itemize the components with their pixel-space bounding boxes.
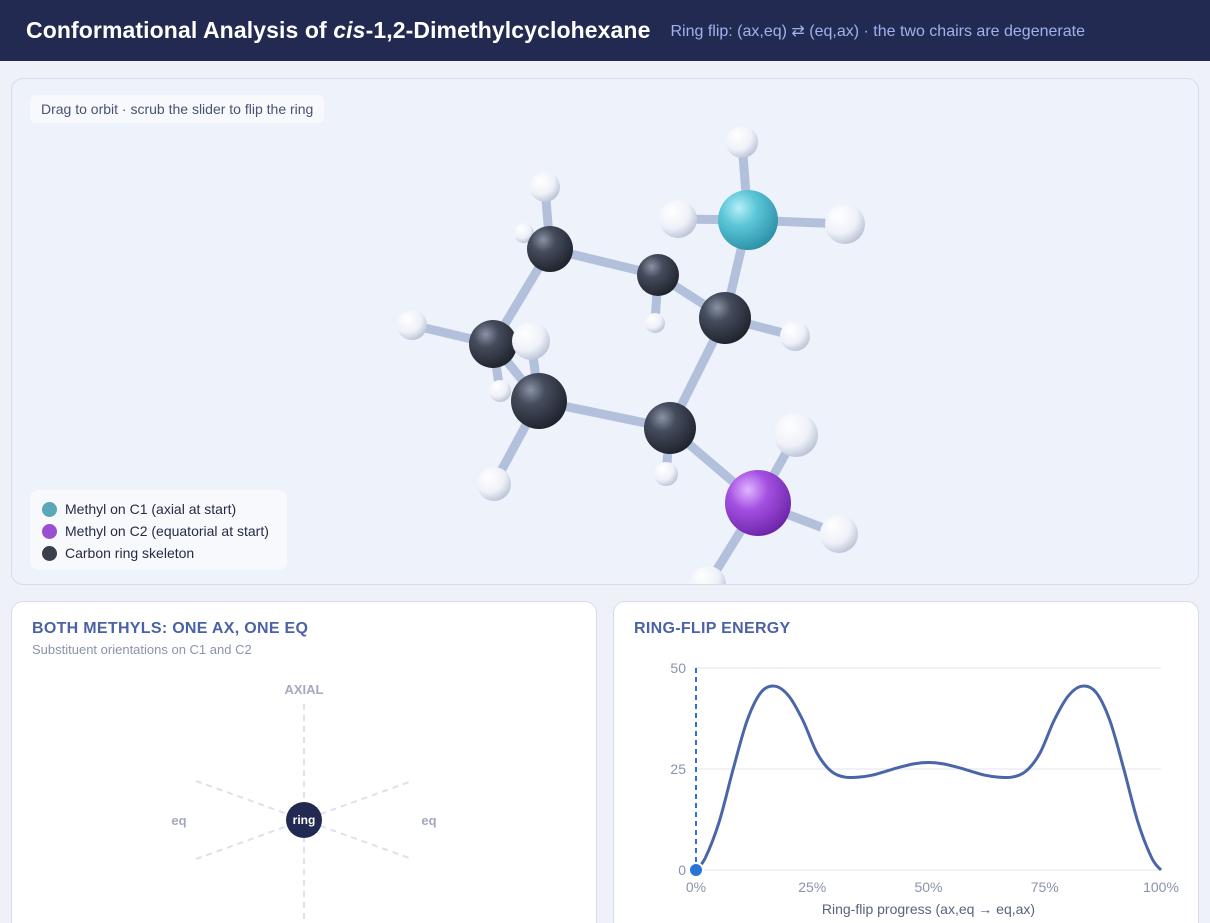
legend-label: Carbon ring skeleton [65, 545, 195, 561]
energy-chart[interactable]: 0 25 50 0% 25% 50% 75% 100% Ring-flip progress (… [614, 602, 1199, 923]
legend-item-methyl-c1: Methyl on C1 (axial at start) [42, 498, 287, 520]
orientation-card: BOTH METHYLS: ONE AX, ONE EQ Substituent… [11, 601, 597, 923]
page-subtitle: Ring flip: (ax,eq) ⇄ (eq,ax) · the two c… [670, 22, 1085, 40]
y-tick-label: 25 [670, 761, 686, 777]
energy-card: RING-FLIP ENERGY 0 25 50 0% 25% 50% 75% 100% Rin… [613, 601, 1199, 923]
legend-label: Methyl on C1 (axial at start) [65, 501, 237, 517]
energy-series-line [694, 684, 1163, 871]
molecule-viewer[interactable]: Drag to orbit · scrub the slider to flip… [11, 78, 1199, 585]
molecule-legend: Methyl on C1 (axial at start) Methyl on … [30, 490, 287, 570]
x-tick-label: 100% [1143, 879, 1179, 895]
orbit-hint: Drag to orbit · scrub the slider to flip… [30, 95, 325, 123]
legend-item-carbon: Carbon ring skeleton [42, 542, 287, 564]
x-tick-label: 75% [1031, 879, 1059, 895]
legend-swatch [42, 545, 57, 561]
y-tick-label: 50 [670, 660, 686, 676]
progress-marker-handle[interactable] [688, 862, 704, 878]
orientation-diagram: AXIAL eq eq ring [171, 682, 437, 923]
eq-left-label: eq [171, 813, 186, 828]
page-title: Conformational Analysis of cis-1,2-Dimet… [26, 17, 651, 43]
header-bar: Conformational Analysis of cis-1,2-Dimet… [0, 0, 1210, 61]
legend-swatch [42, 523, 57, 539]
x-tick-label: 25% [798, 879, 826, 895]
x-tick-label: 50% [914, 879, 942, 895]
legend-swatch [42, 501, 57, 517]
legend-label: Methyl on C2 (equatorial at start) [65, 523, 269, 539]
x-axis-label: Ring-flip progress (ax,eq → eq,ax) [822, 901, 1035, 917]
x-tick-label: 0% [686, 879, 706, 895]
axial-label: AXIAL [285, 682, 324, 697]
y-tick-label: 0 [678, 862, 686, 878]
legend-item-methyl-c2: Methyl on C2 (equatorial at start) [42, 520, 287, 542]
eq-right-label: eq [421, 813, 436, 828]
ring-center-label: ring [293, 813, 316, 827]
